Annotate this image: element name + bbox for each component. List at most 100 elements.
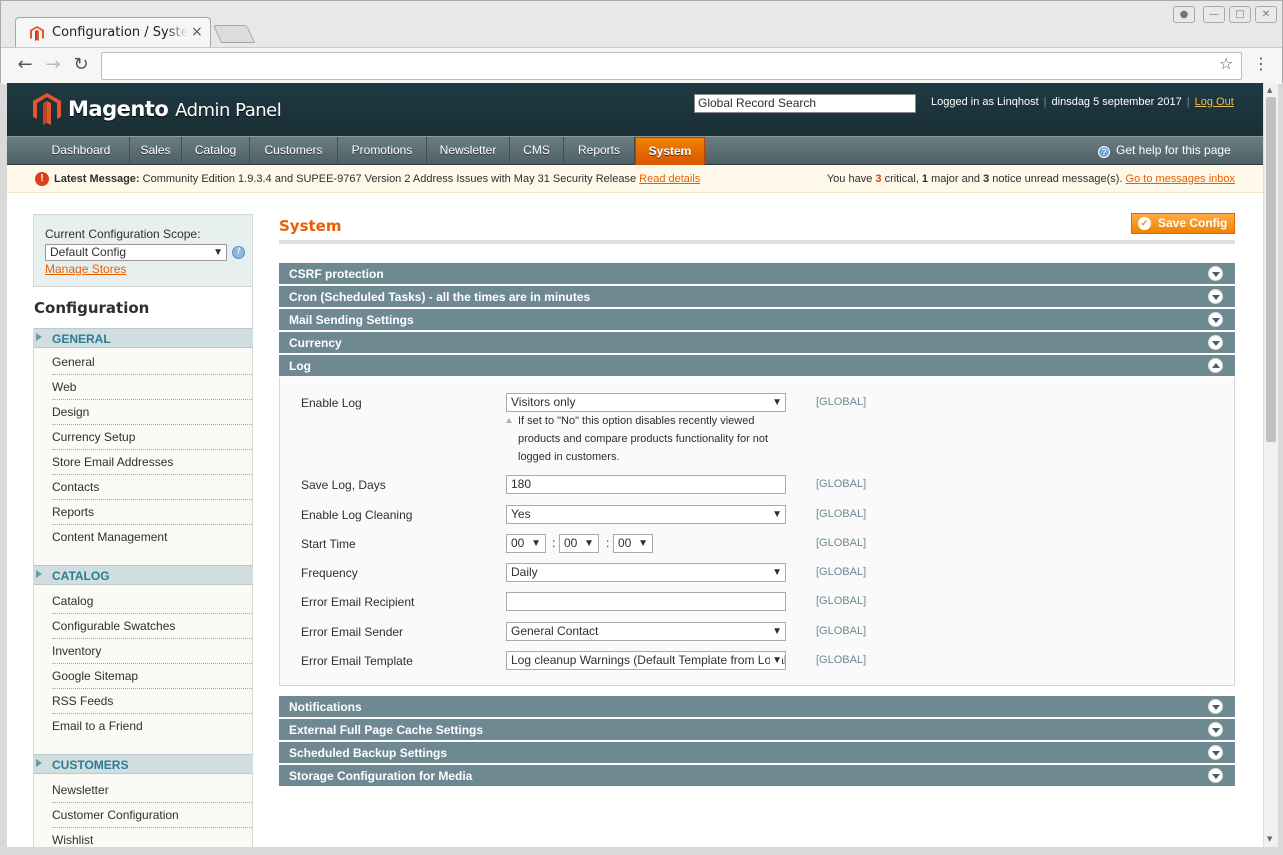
scope-label: [GLOBAL] (816, 478, 867, 490)
magento-favicon-icon (30, 26, 44, 41)
error-email-sender-select[interactable]: General Contact ▼ (506, 622, 786, 641)
profile-icon[interactable]: ● (1173, 6, 1195, 23)
sidebar-item-google-sitemap[interactable]: Google Sitemap (52, 664, 252, 689)
scope-help-icon[interactable]: ? (232, 246, 245, 259)
fieldset-cron[interactable]: Cron (Scheduled Tasks) - all the times a… (279, 286, 1235, 308)
minimize-icon[interactable]: — (1203, 6, 1225, 23)
section-general[interactable]: GENERAL (34, 328, 253, 348)
scroll-up-icon[interactable]: ▲ (1267, 86, 1272, 94)
dropdown-arrow-icon: ▼ (770, 564, 782, 581)
fieldset-log[interactable]: Log (279, 355, 1235, 377)
expand-arrow-icon (36, 333, 42, 341)
bookmark-star-icon[interactable]: ☆ (1219, 54, 1276, 73)
header-user-info: Logged in as Linqhost | dinsdag 5 septembe… (931, 96, 1234, 108)
section-catalog[interactable]: CATALOG (34, 565, 253, 585)
scope-label: [GLOBAL] (816, 595, 867, 607)
sidebar-item-email-to-friend[interactable]: Email to a Friend (52, 714, 252, 739)
scope-label: [GLOBAL] (816, 508, 867, 520)
section-customers[interactable]: CUSTOMERS (34, 754, 253, 774)
expand-toggle-icon[interactable] (1208, 699, 1223, 714)
sidebar-item-wishlist[interactable]: Wishlist (52, 828, 252, 847)
messages-inbox-link[interactable]: Go to messages inbox (1126, 173, 1235, 185)
tab-close-icon[interactable]: × (191, 24, 203, 40)
sidebar-item-contacts[interactable]: Contacts (52, 475, 252, 500)
sidebar-item-inventory[interactable]: Inventory (52, 639, 252, 664)
dropdown-arrow-icon: ▼ (770, 394, 782, 411)
scope-label: [GLOBAL] (816, 566, 867, 578)
sidebar-item-configurable-swatches[interactable]: Configurable Swatches (52, 614, 252, 639)
scope-select[interactable]: Default Config ▼ (45, 244, 227, 261)
scroll-down-icon[interactable]: ▼ (1267, 835, 1272, 843)
tab-bar: Configuration / System × ● — □ ✕ (1, 1, 1282, 47)
scrollbar-thumb[interactable] (1266, 97, 1276, 442)
close-window-icon[interactable]: ✕ (1255, 6, 1277, 23)
title-divider (279, 240, 1235, 244)
sidebar-item-rss-feeds[interactable]: RSS Feeds (52, 689, 252, 714)
dropdown-arrow-icon: ▼ (584, 538, 594, 549)
expand-toggle-icon[interactable] (1208, 745, 1223, 760)
fieldset-scheduled-backup[interactable]: Scheduled Backup Settings (279, 742, 1235, 764)
expand-toggle-icon[interactable] (1208, 335, 1223, 350)
dropdown-arrow-icon: ▼ (770, 506, 782, 523)
manage-stores-link[interactable]: Manage Stores (45, 262, 126, 276)
help-link[interactable]: ? Get help for this page (1098, 143, 1231, 158)
magento-logo-icon (33, 93, 61, 125)
nav-system[interactable]: System (635, 137, 705, 165)
collapse-toggle-icon[interactable] (1208, 358, 1223, 373)
sidebar-item-currency-setup[interactable]: Currency Setup (52, 425, 252, 450)
sidebar-item-store-email[interactable]: Store Email Addresses (52, 450, 252, 475)
maximize-icon[interactable]: □ (1229, 6, 1251, 23)
nav-promotions[interactable]: Promotions (338, 137, 427, 165)
address-bar[interactable] (101, 52, 1242, 80)
sidebar-item-content-management[interactable]: Content Management (52, 525, 252, 550)
sidebar-item-reports[interactable]: Reports (52, 500, 252, 525)
nav-cms[interactable]: CMS (510, 137, 564, 165)
fieldset-currency[interactable]: Currency (279, 332, 1235, 354)
sidebar-item-customer-configuration[interactable]: Customer Configuration (52, 803, 252, 828)
start-hour-select[interactable]: 00 ▼ (506, 534, 546, 553)
log-cleaning-select[interactable]: Yes ▼ (506, 505, 786, 524)
back-icon[interactable]: ← (14, 54, 36, 76)
notification-bar: ! Latest Message: Community Edition 1.9.… (7, 165, 1263, 193)
fieldset-csrf[interactable]: CSRF protection (279, 263, 1235, 285)
page-scrollbar[interactable]: ▲ ▼ (1263, 83, 1278, 847)
error-email-template-select[interactable]: Log cleanup Warnings (Default Template f… (506, 651, 786, 670)
reload-icon[interactable]: ↻ (70, 54, 92, 76)
nav-reports[interactable]: Reports (564, 137, 635, 165)
message-summary: You have 3 critical, 1 major and 3 notic… (826, 173, 1235, 185)
new-tab-button[interactable] (212, 25, 256, 43)
nav-catalog[interactable]: Catalog (182, 137, 250, 165)
sidebar-item-catalog[interactable]: Catalog (52, 589, 252, 614)
configuration-title: Configuration (33, 287, 253, 328)
sidebar-item-general[interactable]: General (52, 350, 252, 375)
nav-customers[interactable]: Customers (250, 137, 338, 165)
expand-toggle-icon[interactable] (1208, 289, 1223, 304)
global-search-input[interactable]: Global Record Search (694, 94, 916, 113)
save-config-button[interactable]: ✓ Save Config (1131, 213, 1235, 234)
save-log-days-input[interactable]: 180 (506, 475, 786, 494)
expand-toggle-icon[interactable] (1208, 266, 1223, 281)
error-email-recipient-input[interactable] (506, 592, 786, 611)
nav-newsletter[interactable]: Newsletter (427, 137, 510, 165)
expand-toggle-icon[interactable] (1208, 768, 1223, 783)
forward-icon[interactable]: → (42, 54, 64, 76)
sidebar-item-web[interactable]: Web (52, 375, 252, 400)
sidebar-item-design[interactable]: Design (52, 400, 252, 425)
logout-link[interactable]: Log Out (1195, 96, 1234, 108)
browser-tab[interactable]: Configuration / System × (15, 17, 211, 47)
frequency-select[interactable]: Daily ▼ (506, 563, 786, 582)
fieldset-storage-media[interactable]: Storage Configuration for Media (279, 765, 1235, 787)
expand-toggle-icon[interactable] (1208, 722, 1223, 737)
nav-sales[interactable]: Sales (130, 137, 182, 165)
config-scope-box: Current Configuration Scope: Default Con… (33, 214, 253, 287)
nav-dashboard[interactable]: Dashboard (33, 137, 130, 165)
start-minute-select[interactable]: 00 ▼ (559, 534, 599, 553)
expand-toggle-icon[interactable] (1208, 312, 1223, 327)
start-second-select[interactable]: 00 ▼ (613, 534, 653, 553)
enable-log-select[interactable]: Visitors only ▼ (506, 393, 786, 412)
fieldset-notifications[interactable]: Notifications (279, 696, 1235, 718)
fieldset-full-page-cache[interactable]: External Full Page Cache Settings (279, 719, 1235, 741)
read-details-link[interactable]: Read details (639, 173, 700, 185)
sidebar-item-newsletter[interactable]: Newsletter (52, 778, 252, 803)
fieldset-mail-sending[interactable]: Mail Sending Settings (279, 309, 1235, 331)
